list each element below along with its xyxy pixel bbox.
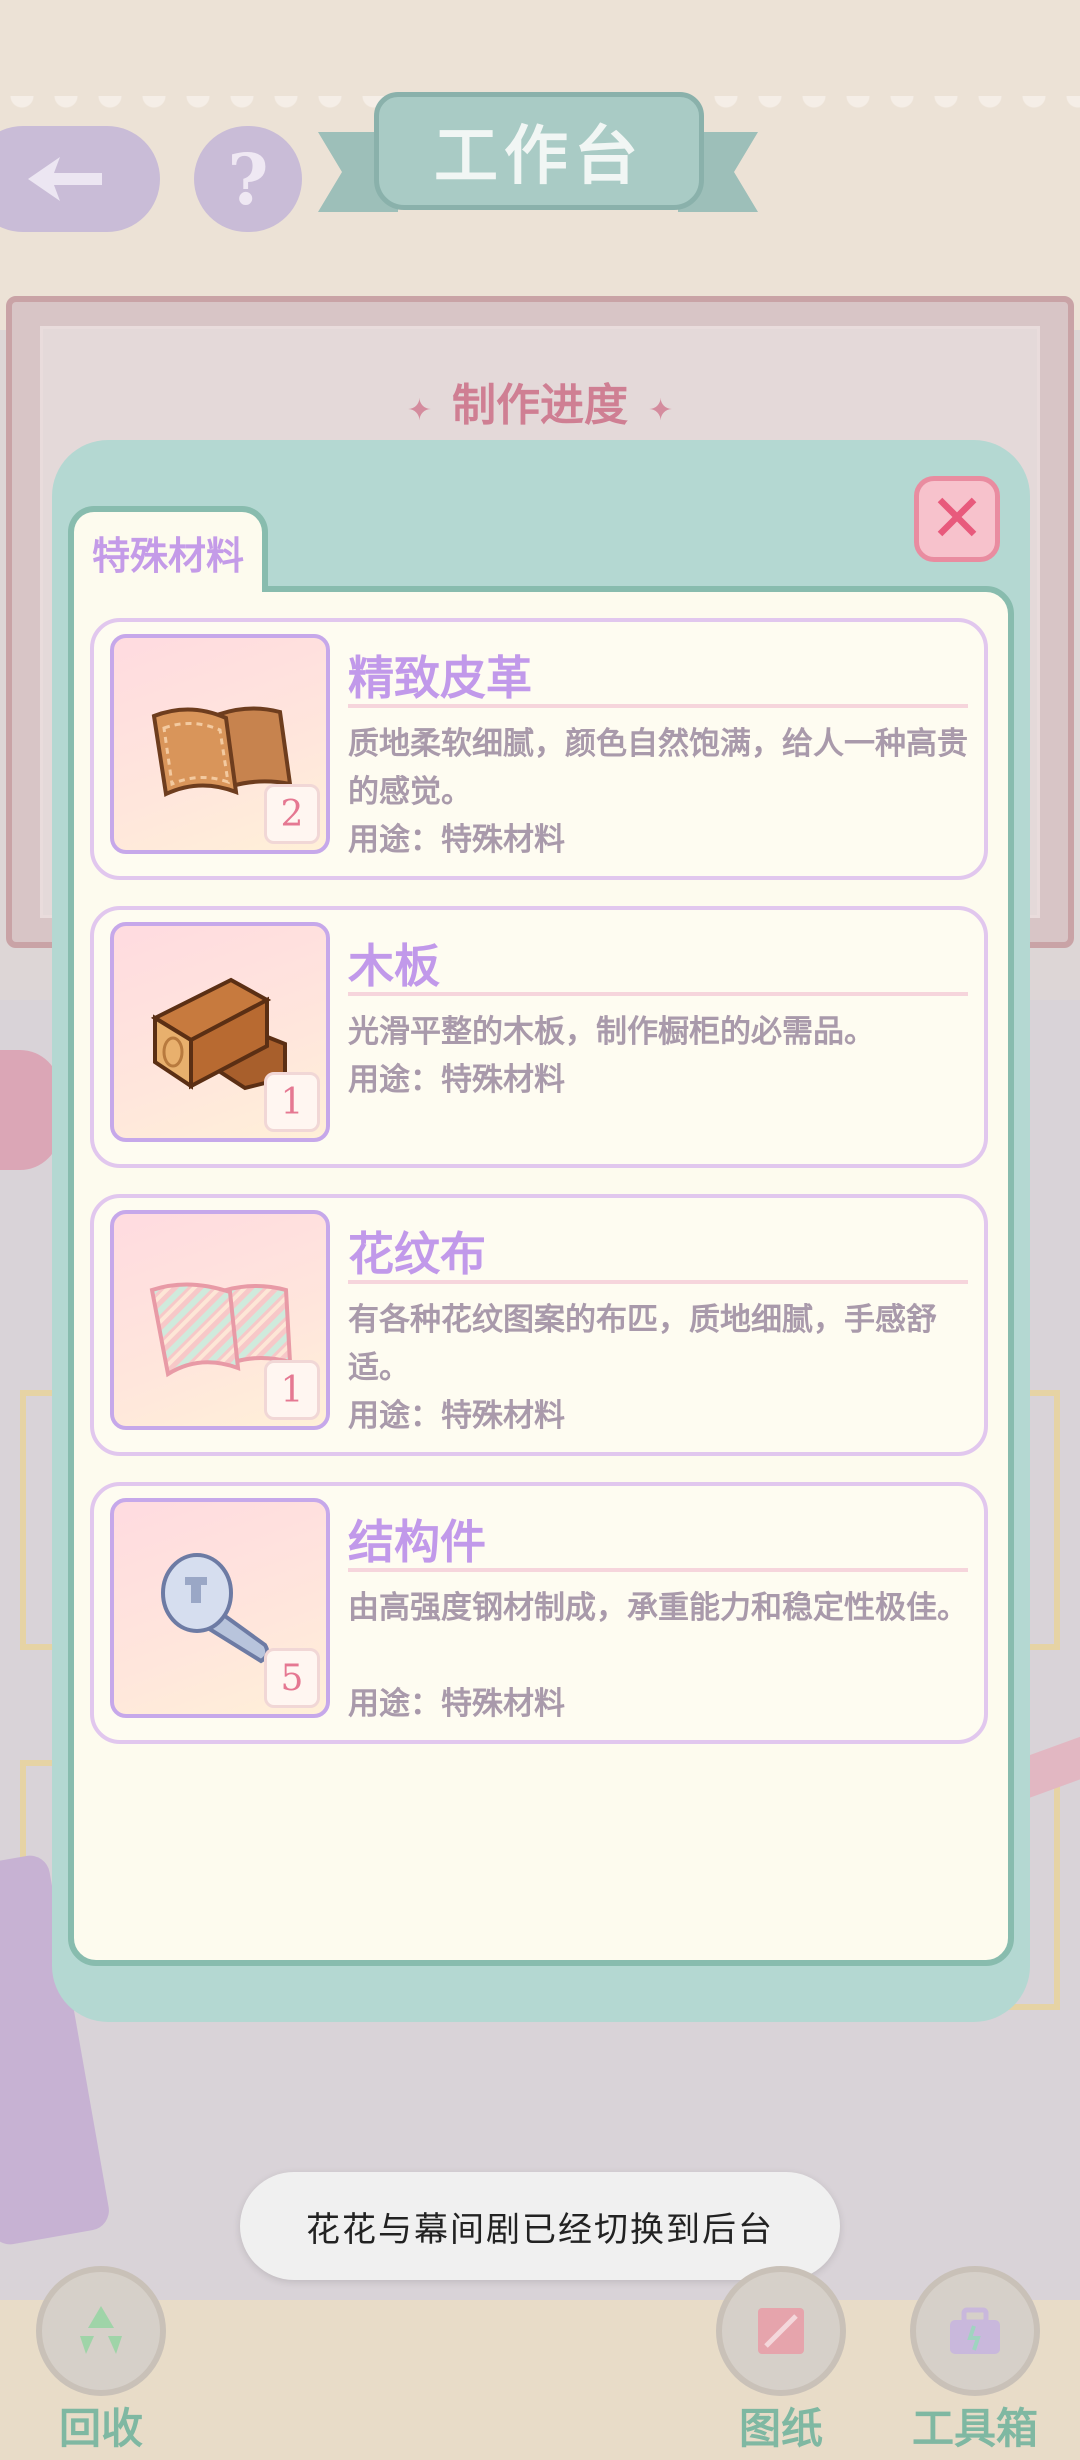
- item-name: 结构件: [348, 1516, 968, 1572]
- item-name: 花纹布: [348, 1228, 968, 1284]
- item-description: 由高强度钢材制成，承重能力和稳定性极佳。: [348, 1590, 968, 1626]
- toolbox-icon: [910, 2266, 1040, 2396]
- item-use: 用途：特殊材料: [348, 822, 565, 858]
- materials-modal: 特殊材料 ✕ 2 精致皮革 质地柔软细腻，颜色自然饱满，给人一种高贵的感觉。 用…: [52, 440, 1030, 2022]
- toolbox-button[interactable]: 工具箱: [890, 2266, 1060, 2456]
- item-description: 有各种花纹图案的布匹，质地细腻，手感舒适。: [348, 1302, 937, 1386]
- recycle-button[interactable]: 回收: [16, 2266, 186, 2456]
- help-icon: ?: [227, 137, 269, 221]
- blueprint-label: 图纸: [738, 2404, 823, 2453]
- item-use: 用途：特殊材料: [348, 1398, 565, 1434]
- progress-title: ✦ 制作进度 ✦: [43, 369, 1037, 433]
- item-use: 用途：特殊材料: [348, 1686, 565, 1722]
- toast-notification: 花花与幕间剧已经切换到后台: [240, 2172, 840, 2280]
- progress-title-text: 制作进度: [452, 380, 628, 431]
- close-icon: ✕: [929, 480, 985, 557]
- help-button[interactable]: ?: [194, 126, 302, 232]
- item-count: 2: [264, 784, 320, 844]
- list-item[interactable]: 1 花纹布 有各种花纹图案的布匹，质地细腻，手感舒适。 用途：特殊材料: [90, 1194, 988, 1456]
- tab-label: 特殊材料: [91, 533, 244, 578]
- item-use: 用途：特殊材料: [348, 1062, 565, 1098]
- sparkle-icon: ✦: [648, 393, 674, 428]
- sparkle-icon: ✦: [406, 393, 432, 428]
- recycle-label: 回收: [58, 2404, 143, 2453]
- title-band: 工作台: [374, 92, 704, 210]
- item-thumbnail: 1: [110, 922, 330, 1142]
- item-thumbnail: 1: [110, 1210, 330, 1430]
- tab-special-materials[interactable]: 特殊材料: [68, 506, 268, 592]
- item-count: 1: [264, 1360, 320, 1420]
- materials-panel: 2 精致皮革 质地柔软细腻，颜色自然饱满，给人一种高贵的感觉。 用途：特殊材料: [68, 586, 1014, 1966]
- item-name: 木板: [348, 940, 968, 996]
- toast-message: 花花与幕间剧已经切换到后台: [306, 2209, 774, 2250]
- blueprint-icon: [716, 2266, 846, 2396]
- page-title: 工作台: [434, 120, 644, 194]
- title-ribbon: 工作台: [318, 92, 758, 212]
- item-count: 5: [264, 1648, 320, 1708]
- blueprint-button[interactable]: 图纸: [696, 2266, 866, 2456]
- item-description: 光滑平整的木板，制作橱柜的必需品。: [348, 1014, 875, 1050]
- materials-list: 2 精致皮革 质地柔软细腻，颜色自然饱满，给人一种高贵的感觉。 用途：特殊材料: [90, 618, 990, 1770]
- toolbox-label: 工具箱: [911, 2404, 1038, 2453]
- recycle-icon: [36, 2266, 166, 2396]
- item-count: 1: [264, 1072, 320, 1132]
- item-thumbnail: 2: [110, 634, 330, 854]
- item-description: 质地柔软细腻，颜色自然饱满，给人一种高贵的感觉。: [348, 726, 968, 810]
- list-item[interactable]: 1 木板 光滑平整的木板，制作橱柜的必需品。 用途：特殊材料: [90, 906, 988, 1168]
- back-button[interactable]: [0, 126, 160, 232]
- item-name: 精致皮革: [348, 652, 968, 708]
- item-thumbnail: 5: [110, 1498, 330, 1718]
- back-arrow-icon: [28, 157, 102, 201]
- list-item[interactable]: 2 精致皮革 质地柔软细腻，颜色自然饱满，给人一种高贵的感觉。 用途：特殊材料: [90, 618, 988, 880]
- scene-decoration: [0, 1050, 60, 1170]
- close-button[interactable]: ✕: [914, 476, 1000, 562]
- list-item[interactable]: 5 结构件 由高强度钢材制成，承重能力和稳定性极佳。 用途：特殊材料: [90, 1482, 988, 1744]
